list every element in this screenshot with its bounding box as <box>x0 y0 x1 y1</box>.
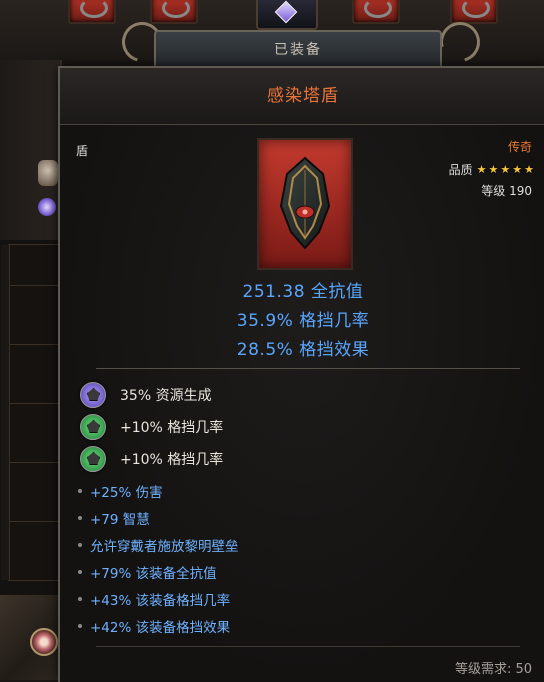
mod-row: +43% 该装备格挡几率 <box>78 588 230 610</box>
base-stat-block-chance: 35.9% 格挡几率 <box>236 311 370 331</box>
equipped-tab[interactable]: 已装备 <box>154 30 442 68</box>
bullet-icon <box>78 624 82 628</box>
quality-stars: ★ ★ ★ ★ ★ <box>477 163 534 176</box>
orb-icon[interactable] <box>38 198 56 216</box>
star-icon: ★ <box>524 163 534 176</box>
mod-text: +79 智慧 <box>90 512 150 528</box>
avatar[interactable] <box>38 160 58 186</box>
base-stat-resistance: 251.38 全抗值 <box>242 282 364 302</box>
mod-row: +79% 该装备全抗值 <box>78 561 217 583</box>
item-name: 感染塔盾 <box>267 86 339 106</box>
equipment-slot[interactable] <box>68 0 116 24</box>
equipment-slot[interactable] <box>150 0 198 24</box>
quality-row: 品质 ★ ★ ★ ★ ★ <box>449 161 534 178</box>
star-icon: ★ <box>476 163 487 176</box>
affix-row: +10% 格挡几率 <box>80 412 223 442</box>
mod-row: +79 智慧 <box>78 507 150 529</box>
ring-icon <box>162 0 190 18</box>
divider <box>96 646 520 647</box>
inventory-grid[interactable] <box>1 244 62 581</box>
shield-icon <box>279 156 331 250</box>
ring-icon <box>80 0 108 18</box>
affix-text: 35% 资源生成 <box>120 388 212 404</box>
mod-row: +25% 伤害 <box>78 480 163 502</box>
star-icon: ★ <box>488 163 499 176</box>
equipment-slot[interactable] <box>450 0 498 24</box>
base-stats: 251.38 全抗值 35.9% 格挡几率 28.5% 格挡效果 <box>60 278 544 365</box>
purple-gem-icon <box>80 382 106 408</box>
green-gem-icon <box>80 446 106 472</box>
bullet-icon <box>78 489 82 493</box>
star-icon: ★ <box>500 163 511 176</box>
ring-icon <box>364 0 392 18</box>
mod-text: +79% 该装备全抗值 <box>90 566 217 582</box>
base-stat-block-effect: 28.5% 格挡效果 <box>236 340 370 360</box>
affix-text: +10% 格挡几率 <box>120 452 224 468</box>
gem-icon <box>274 0 298 24</box>
mod-row: +42% 该装备格挡效果 <box>78 615 230 637</box>
bullet-icon <box>78 570 82 574</box>
equipment-slot[interactable] <box>352 0 400 24</box>
bullet-icon <box>78 516 82 520</box>
item-level: 等级 190 <box>481 184 532 198</box>
divider <box>96 368 520 369</box>
green-gem-icon <box>80 414 106 440</box>
equipment-slot-amulet[interactable] <box>256 0 318 30</box>
affix-row: +10% 格挡几率 <box>80 444 223 474</box>
star-icon: ★ <box>512 163 523 176</box>
item-rarity: 传奇 <box>507 140 532 154</box>
affix-text: +10% 格挡几率 <box>120 420 224 436</box>
bullet-icon <box>78 597 82 601</box>
bullet-icon <box>78 543 82 547</box>
mod-text: +25% 伤害 <box>90 485 163 501</box>
item-type: 盾 <box>76 144 89 158</box>
level-requirement: 等级需求: 50 <box>454 662 532 677</box>
quality-label: 品质 <box>448 163 473 177</box>
item-image-frame <box>257 138 353 270</box>
ring-icon <box>462 0 490 18</box>
mod-text: 允许穿戴者施放黎明壁垒 <box>90 539 239 555</box>
mod-text: +42% 该装备格挡效果 <box>90 620 231 636</box>
mod-text: +43% 该装备格挡几率 <box>90 593 231 609</box>
item-tooltip: 感染塔盾 盾 传奇 品质 ★ ★ ★ ★ ★ 等级 190 251.38 全抗值… <box>58 66 544 682</box>
skill-orb-icon[interactable] <box>30 628 58 656</box>
affix-row: 35% 资源生成 <box>80 380 212 410</box>
mod-row: 允许穿戴者施放黎明壁垒 <box>78 534 239 556</box>
